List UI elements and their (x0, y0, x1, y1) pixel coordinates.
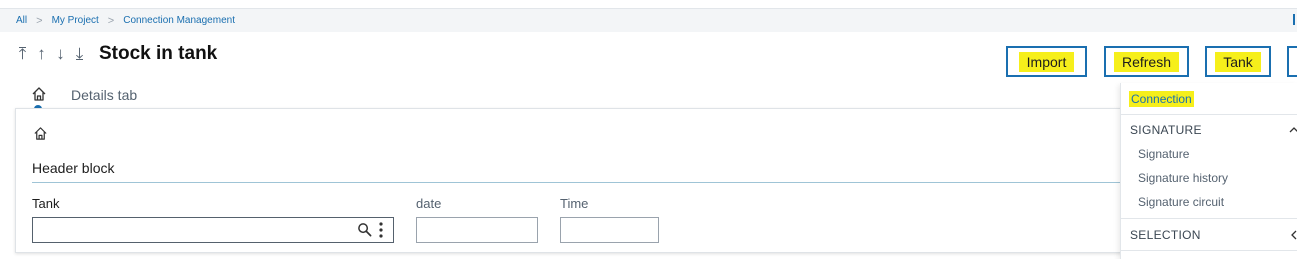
tank-button[interactable]: Tank (1205, 46, 1271, 77)
breadcrumb-my-project[interactable]: My Project (52, 15, 99, 26)
header-block-title: Header block (32, 160, 115, 176)
home-icon[interactable] (33, 126, 48, 141)
chevron-up-icon[interactable] (1289, 125, 1297, 135)
page-title: Stock in tank (99, 43, 218, 64)
time-label: Time (560, 196, 589, 211)
next-record-icon[interactable]: ↓ (54, 44, 67, 64)
menu-heading-signature[interactable]: SIGNATURE (1130, 123, 1202, 137)
menu-divider (1121, 250, 1297, 251)
chevron-left-icon[interactable] (1289, 230, 1297, 240)
breadcrumb-all[interactable]: All (16, 15, 27, 26)
refresh-button[interactable]: Refresh (1104, 46, 1189, 77)
menu-item-signature-history[interactable]: Signature history (1138, 171, 1228, 185)
more-actions-button[interactable] (1287, 46, 1297, 77)
previous-record-icon[interactable]: ↑ (35, 44, 48, 64)
breadcrumb-separator-icon: > (107, 14, 115, 27)
tab-details[interactable]: Details tab (71, 87, 137, 103)
menu-divider (1121, 218, 1297, 219)
record-navigation: ⤒ ↑ ↓ ⤓ (16, 44, 86, 64)
menu-item-connection[interactable]: Connection (1129, 91, 1194, 107)
tank-input[interactable] (32, 217, 394, 243)
menu-heading-selection[interactable]: SELECTION (1130, 228, 1201, 242)
menu-divider (1121, 114, 1297, 115)
search-icon[interactable] (357, 222, 372, 237)
block-divider (32, 182, 1126, 183)
top-bar (0, 0, 1297, 8)
refresh-button-label: Refresh (1113, 51, 1180, 72)
time-input[interactable] (560, 217, 659, 243)
breadcrumb-connection-management[interactable]: Connection Management (123, 15, 235, 26)
date-label: date (416, 196, 442, 211)
import-button[interactable]: Import (1006, 46, 1087, 77)
first-record-icon[interactable]: ⤒ (16, 44, 29, 64)
side-menu: Connection SIGNATURE Signature Signature… (1120, 83, 1297, 259)
breadcrumb-edge-marker (1293, 14, 1295, 25)
details-panel: Header block Tank date Time (15, 108, 1126, 253)
more-options-icon[interactable] (378, 221, 384, 239)
tank-label: Tank (32, 196, 60, 211)
import-button-label: Import (1018, 51, 1075, 72)
menu-item-signature-circuit[interactable]: Signature circuit (1138, 195, 1224, 209)
home-icon[interactable] (31, 86, 47, 102)
last-record-icon[interactable]: ⤓ (73, 44, 86, 64)
breadcrumb: All > My Project > Connection Management (0, 8, 1297, 32)
tank-button-label: Tank (1215, 51, 1261, 72)
breadcrumb-separator-icon: > (36, 14, 43, 27)
date-input[interactable] (416, 217, 538, 243)
menu-item-signature[interactable]: Signature (1138, 147, 1189, 161)
